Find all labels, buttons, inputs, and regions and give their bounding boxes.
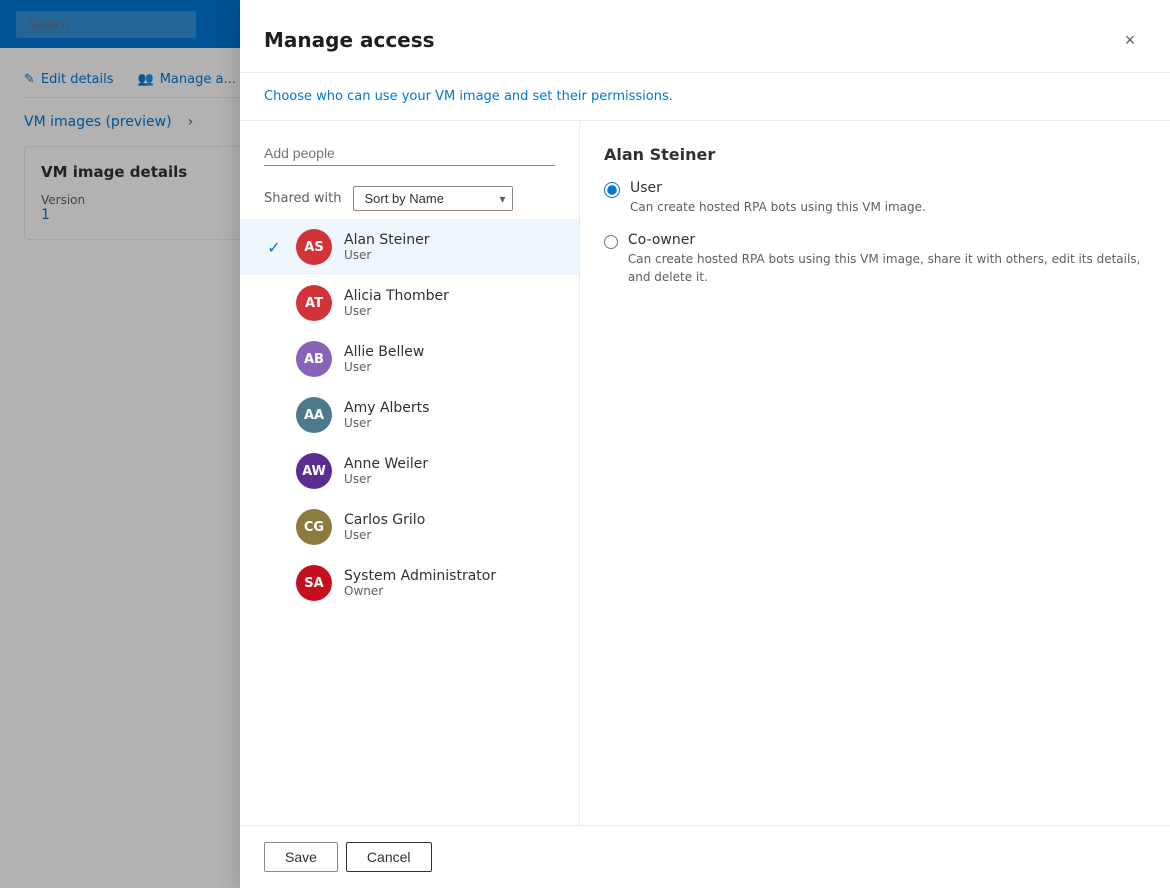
permission-coowner-title: Co-owner <box>628 232 1146 248</box>
user-check-alan-steiner: ✓ <box>264 238 284 257</box>
right-panel: Alan Steiner User Can create hosted RPA … <box>580 121 1170 825</box>
avatar-system-admin: SA <box>296 565 332 601</box>
user-role-alicia-thomber: User <box>344 304 523 318</box>
permission-user-radio[interactable] <box>604 182 620 198</box>
cancel-button[interactable]: Cancel <box>346 842 432 872</box>
user-role-allie-bellew: User <box>344 360 523 374</box>
user-item-anne-weiler[interactable]: AW Anne Weiler User ✕ <box>240 443 579 499</box>
user-info-carlos-grilo: Carlos Grilo User <box>344 512 523 542</box>
user-name-allie-bellew: Allie Bellew <box>344 344 523 360</box>
user-name-alan-steiner: Alan Steiner <box>344 232 523 248</box>
user-name-amy-alberts: Amy Alberts <box>344 400 523 416</box>
users-list: ✓ AS Alan Steiner User ✕ AT <box>240 219 579 825</box>
sort-dropdown[interactable]: Sort by NameSort by Role <box>353 186 513 211</box>
avatar-carlos-grilo: CG <box>296 509 332 545</box>
permission-user-desc: Can create hosted RPA bots using this VM… <box>630 198 926 216</box>
avatar-alan-steiner: AS <box>296 229 332 265</box>
permission-user-label[interactable]: User Can create hosted RPA bots using th… <box>604 180 1146 216</box>
permission-user-option: User Can create hosted RPA bots using th… <box>604 180 1146 216</box>
permission-coowner-label[interactable]: Co-owner Can create hosted RPA bots usin… <box>604 232 1146 286</box>
user-info-amy-alberts: Amy Alberts User <box>344 400 523 430</box>
user-item-alicia-thomber[interactable]: AT Alicia Thomber User ✕ <box>240 275 579 331</box>
modal-body: Shared with Sort by NameSort by Role ✓ A… <box>240 121 1170 825</box>
user-item-amy-alberts[interactable]: AA Amy Alberts User ✕ <box>240 387 579 443</box>
user-role-system-admin: Owner <box>344 584 555 598</box>
sort-wrapper: Sort by NameSort by Role <box>353 186 513 211</box>
shared-with-label: Shared with <box>264 191 341 206</box>
add-people-section <box>240 121 579 178</box>
avatar-alicia-thomber: AT <box>296 285 332 321</box>
user-item-carlos-grilo[interactable]: CG Carlos Grilo User ✕ <box>240 499 579 555</box>
user-info-anne-weiler: Anne Weiler User <box>344 456 523 486</box>
avatar-amy-alberts: AA <box>296 397 332 433</box>
user-item-alan-steiner[interactable]: ✓ AS Alan Steiner User ✕ <box>240 219 579 275</box>
user-name-system-admin: System Administrator <box>344 568 555 584</box>
selected-user-name: Alan Steiner <box>604 145 1146 164</box>
permission-coowner-option: Co-owner Can create hosted RPA bots usin… <box>604 232 1146 286</box>
check-icon: ✓ <box>267 238 280 257</box>
modal-close-button[interactable]: × <box>1114 24 1146 56</box>
user-name-carlos-grilo: Carlos Grilo <box>344 512 523 528</box>
add-people-input[interactable] <box>264 141 555 166</box>
user-role-amy-alberts: User <box>344 416 523 430</box>
user-item-allie-bellew[interactable]: AB Allie Bellew User ✕ <box>240 331 579 387</box>
user-info-allie-bellew: Allie Bellew User <box>344 344 523 374</box>
modal-title: Manage access <box>264 28 435 52</box>
modal-overlay: Manage access × Choose who can use your … <box>0 0 1170 888</box>
permission-coowner-desc: Can create hosted RPA bots using this VM… <box>628 250 1146 286</box>
save-button[interactable]: Save <box>264 842 338 872</box>
avatar-anne-weiler: AW <box>296 453 332 489</box>
avatar-allie-bellew: AB <box>296 341 332 377</box>
left-panel: Shared with Sort by NameSort by Role ✓ A… <box>240 121 580 825</box>
shared-with-header: Shared with Sort by NameSort by Role <box>240 178 579 219</box>
user-name-anne-weiler: Anne Weiler <box>344 456 523 472</box>
modal-footer: Save Cancel <box>240 825 1170 888</box>
modal-subtitle: Choose who can use your VM image and set… <box>240 73 1170 121</box>
user-item-system-admin[interactable]: SA System Administrator Owner <box>240 555 579 611</box>
user-name-alicia-thomber: Alicia Thomber <box>344 288 523 304</box>
user-info-alan-steiner: Alan Steiner User <box>344 232 523 262</box>
permission-user-title: User <box>630 180 926 196</box>
permission-coowner-radio[interactable] <box>604 234 618 250</box>
manage-access-modal: Manage access × Choose who can use your … <box>240 0 1170 888</box>
modal-header: Manage access × <box>240 0 1170 73</box>
user-info-system-admin: System Administrator Owner <box>344 568 555 598</box>
user-role-anne-weiler: User <box>344 472 523 486</box>
user-role-alan-steiner: User <box>344 248 523 262</box>
user-info-alicia-thomber: Alicia Thomber User <box>344 288 523 318</box>
user-role-carlos-grilo: User <box>344 528 523 542</box>
